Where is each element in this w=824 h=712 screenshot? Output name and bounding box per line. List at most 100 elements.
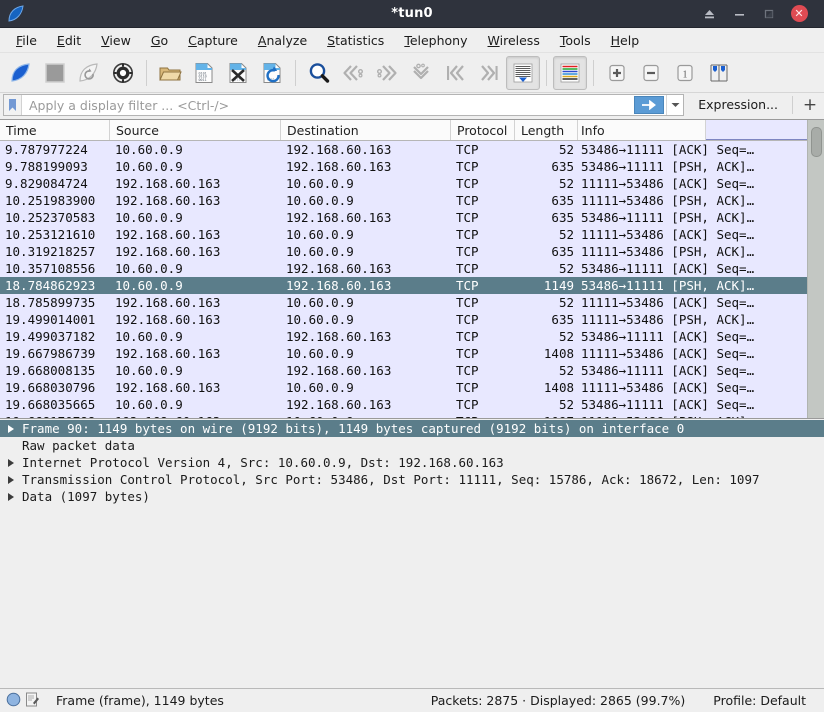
column-header-destination[interactable]: Destination <box>281 120 451 140</box>
menu-capture[interactable]: Capture <box>178 28 248 53</box>
open-file-button[interactable] <box>153 56 187 90</box>
chevron-down-icon <box>671 102 680 108</box>
resize-columns-button[interactable] <box>702 56 736 90</box>
scrollbar-thumb[interactable] <box>811 127 822 157</box>
menu-tools[interactable]: Tools <box>550 28 601 53</box>
eject-button[interactable] <box>694 0 724 28</box>
go-last-packet-button[interactable] <box>472 56 506 90</box>
go-forward-button[interactable] <box>370 56 404 90</box>
table-row[interactable]: 19.66803566510.60.0.9192.168.60.163TCP52… <box>0 396 807 413</box>
packet-list-scrollbar[interactable] <box>807 120 824 418</box>
packet-cell-destination: 10.60.0.9 <box>281 414 451 418</box>
table-row[interactable]: 9.78819909310.60.0.9192.168.60.163TCP635… <box>0 158 807 175</box>
packet-list-rows[interactable]: 9.78797722410.60.0.9192.168.60.163TCP525… <box>0 141 807 418</box>
column-header-protocol[interactable]: Protocol <box>451 120 515 140</box>
restart-capture-button[interactable] <box>72 56 106 90</box>
minimize-button[interactable] <box>724 0 754 28</box>
detail-row[interactable]: Data (1097 bytes) <box>0 488 824 505</box>
table-row[interactable]: 19.49903718210.60.0.9192.168.60.163TCP52… <box>0 328 807 345</box>
display-filter-input[interactable] <box>22 95 634 115</box>
capture-comment-icon[interactable] <box>25 692 40 710</box>
table-row[interactable]: 9.78797722410.60.0.9192.168.60.163TCP525… <box>0 141 807 158</box>
menu-view[interactable]: View <box>91 28 141 53</box>
table-row[interactable]: 19.66800813510.60.0.9192.168.60.163TCP52… <box>0 362 807 379</box>
stop-capture-button[interactable] <box>38 56 72 90</box>
table-row[interactable]: 10.35710855610.60.0.9192.168.60.163TCP52… <box>0 260 807 277</box>
table-row[interactable]: 10.25237058310.60.0.9192.168.60.163TCP63… <box>0 209 807 226</box>
apply-filter-button[interactable] <box>634 96 664 114</box>
gear-icon <box>112 62 134 84</box>
menu-file[interactable]: File <box>6 28 47 53</box>
start-capture-button[interactable] <box>4 56 38 90</box>
arrow-right-icon <box>641 100 658 110</box>
menu-statistics[interactable]: Statistics <box>317 28 394 53</box>
packet-cell-source: 192.168.60.163 <box>110 312 281 327</box>
packet-cell-time: 9.829084724 <box>0 176 110 191</box>
packet-cell-protocol: TCP <box>451 312 515 327</box>
filter-history-dropdown[interactable] <box>666 95 683 115</box>
reload-file-button[interactable]: 0011 <box>255 56 289 90</box>
add-filter-button[interactable]: + <box>799 94 821 116</box>
table-row[interactable]: 9.829084724192.168.60.16310.60.0.9TCP521… <box>0 175 807 192</box>
menu-telephony[interactable]: Telephony <box>394 28 477 53</box>
table-row[interactable]: 18.78486292310.60.0.9192.168.60.163TCP11… <box>0 277 807 294</box>
table-row[interactable]: 19.499014001192.168.60.16310.60.0.9TCP63… <box>0 311 807 328</box>
colorize-icon <box>559 62 581 84</box>
menu-wireless[interactable]: Wireless <box>478 28 550 53</box>
table-row[interactable]: 19.668030796192.168.60.16310.60.0.9TCP14… <box>0 379 807 396</box>
packet-cell-time: 19.668008135 <box>0 363 110 378</box>
packet-cell-protocol: TCP <box>451 176 515 191</box>
zoom-in-button[interactable] <box>600 56 634 90</box>
packet-cell-destination: 10.60.0.9 <box>281 346 451 361</box>
column-header-source[interactable]: Source <box>110 120 281 140</box>
zoom-reset-icon: 1 <box>674 63 696 83</box>
table-row[interactable]: 19.667986739192.168.60.16310.60.0.9TCP14… <box>0 345 807 362</box>
maximize-button[interactable] <box>754 0 784 28</box>
column-header-info[interactable]: Info <box>578 120 706 140</box>
expert-info-icon[interactable] <box>6 692 21 710</box>
menu-help[interactable]: Help <box>601 28 650 53</box>
zoom-reset-button[interactable]: 1 <box>668 56 702 90</box>
packet-cell-length: 1408 <box>515 346 578 361</box>
close-button[interactable]: ✕ <box>784 0 814 28</box>
expand-triangle-icon[interactable] <box>0 493 22 501</box>
packet-cell-destination: 10.60.0.9 <box>281 380 451 395</box>
packet-detail-pane[interactable]: Frame 90: 1149 bytes on wire (9192 bits)… <box>0 418 824 688</box>
table-row[interactable]: 10.251983900192.168.60.16310.60.0.9TCP63… <box>0 192 807 209</box>
close-file-button[interactable]: 0011 <box>221 56 255 90</box>
menu-edit[interactable]: Edit <box>47 28 91 53</box>
colorize-button[interactable] <box>553 56 587 90</box>
expand-triangle-icon[interactable] <box>0 459 22 467</box>
expand-triangle-icon[interactable] <box>0 476 22 484</box>
detail-row[interactable]: Internet Protocol Version 4, Src: 10.60.… <box>0 454 824 471</box>
autoscroll-button[interactable] <box>506 56 540 90</box>
packet-cell-length: 52 <box>515 363 578 378</box>
table-row[interactable]: 18.785899735192.168.60.16310.60.0.9TCP52… <box>0 294 807 311</box>
column-header-length[interactable]: Length <box>515 120 578 140</box>
capture-options-button[interactable] <box>106 56 140 90</box>
table-row[interactable]: 19.668170788192.168.60.16310.60.0.9TCP10… <box>0 413 807 418</box>
menu-go[interactable]: Go <box>141 28 178 53</box>
detail-row[interactable]: Raw packet data <box>0 437 824 454</box>
packet-cell-destination: 10.60.0.9 <box>281 244 451 259</box>
menu-analyze[interactable]: Analyze <box>248 28 317 53</box>
expand-triangle-icon[interactable] <box>0 425 22 433</box>
find-packet-button[interactable] <box>302 56 336 90</box>
save-file-button[interactable]: 010101100011 <box>187 56 221 90</box>
packet-cell-source: 192.168.60.163 <box>110 380 281 395</box>
zoom-out-button[interactable] <box>634 56 668 90</box>
bookmark-icon[interactable] <box>4 95 22 115</box>
detail-row[interactable]: Frame 90: 1149 bytes on wire (9192 bits)… <box>0 420 824 437</box>
go-first-packet-button[interactable] <box>438 56 472 90</box>
detail-row[interactable]: Transmission Control Protocol, Src Port:… <box>0 471 824 488</box>
statusbar-profile[interactable]: Profile: Default <box>713 693 806 708</box>
chevron-right-icon <box>8 425 14 433</box>
go-to-packet-button[interactable] <box>404 56 438 90</box>
column-header-time[interactable]: Time <box>0 120 110 140</box>
table-row[interactable]: 10.253121610192.168.60.16310.60.0.9TCP52… <box>0 226 807 243</box>
chevron-right-icon <box>8 459 14 467</box>
detail-row-label: Data (1097 bytes) <box>22 489 150 504</box>
table-row[interactable]: 10.319218257192.168.60.16310.60.0.9TCP63… <box>0 243 807 260</box>
go-back-button[interactable] <box>336 56 370 90</box>
expression-button[interactable]: Expression... <box>690 94 786 116</box>
